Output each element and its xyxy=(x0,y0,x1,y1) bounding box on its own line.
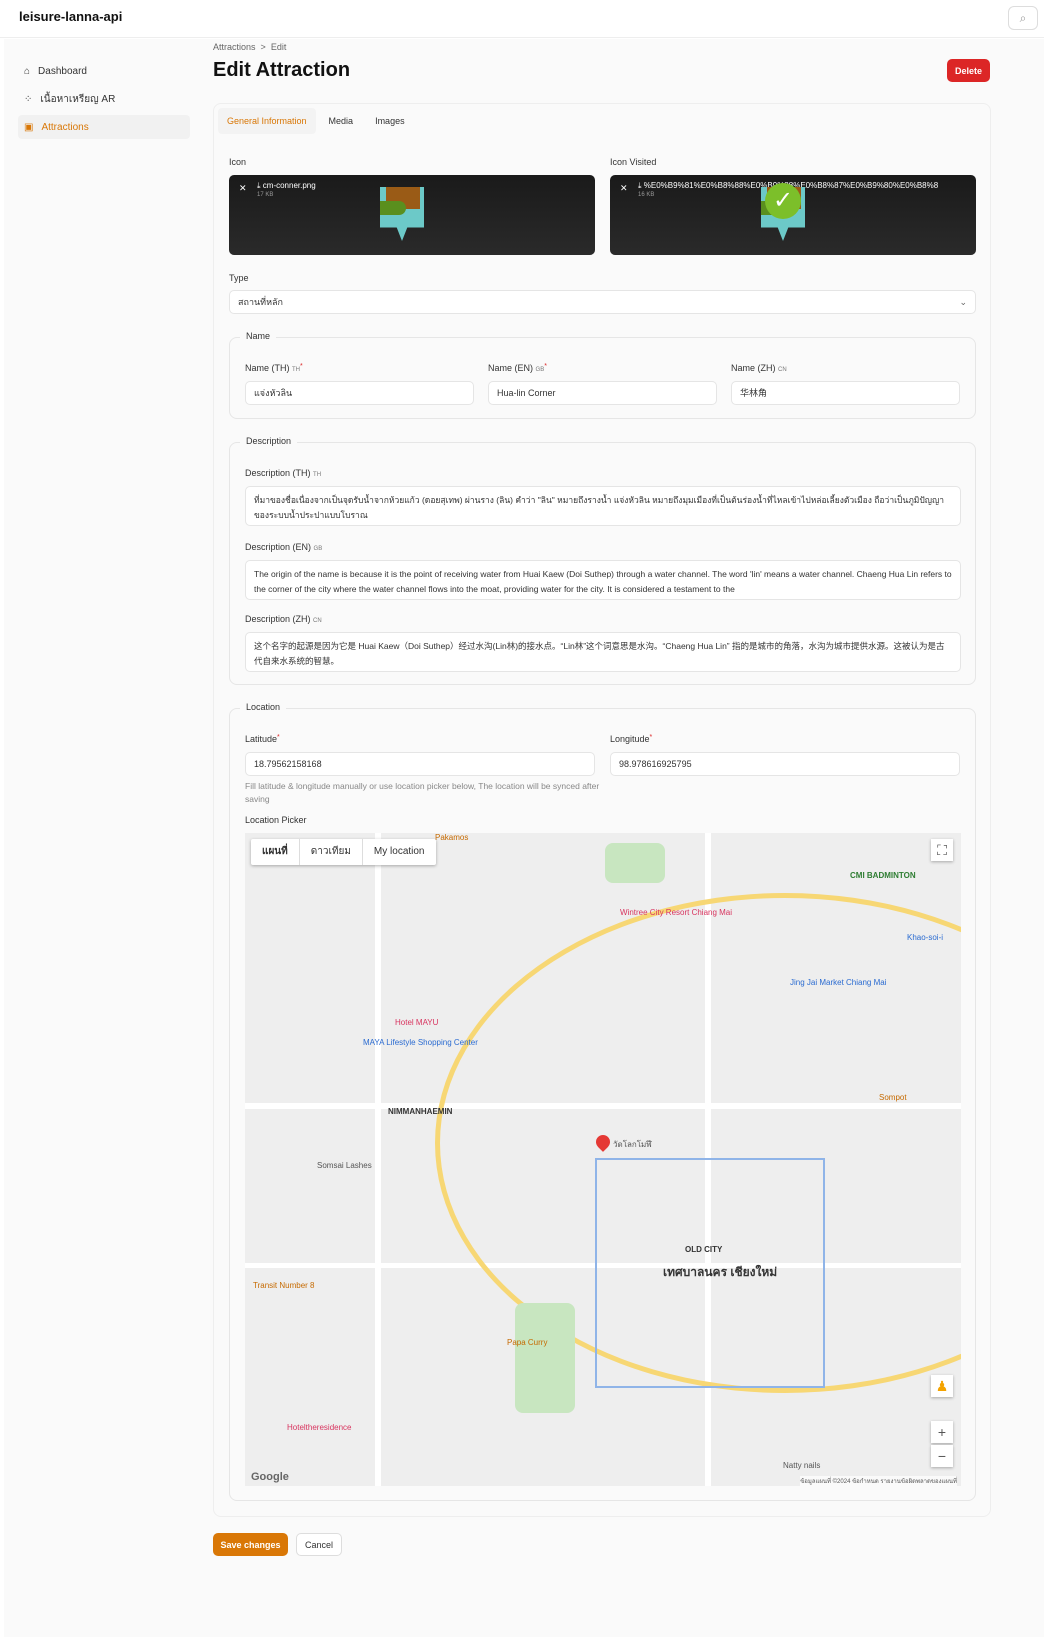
map-label: Sompot xyxy=(879,1093,907,1102)
name-legend: Name xyxy=(240,331,277,341)
map-label: Transit Number 8 xyxy=(253,1281,315,1290)
zoom-out-button[interactable]: − xyxy=(931,1445,953,1467)
name-th-input[interactable]: แจ่งหัวลิน xyxy=(245,381,474,405)
map-label: OLD CITY xyxy=(685,1245,723,1254)
breadcrumb-edit: Edit xyxy=(270,42,287,52)
map-label: CMI BADMINTON xyxy=(850,871,916,880)
icon-label: Icon xyxy=(229,157,247,167)
sidebar-item-dashboard[interactable]: ⌂ Dashboard xyxy=(18,59,190,83)
sidebar-item-label: Dashboard xyxy=(38,65,87,77)
name-en-label: Name (EN) GB* xyxy=(488,363,547,373)
top-bar: leisure-lanna-api ⌕ xyxy=(0,0,1044,38)
location-help: Fill latitude & longitude manually or us… xyxy=(245,781,600,804)
page-title: Edit Attraction xyxy=(213,59,351,81)
latitude-label: Latitude* xyxy=(245,734,280,744)
check-icon: ✓ xyxy=(765,183,801,219)
sidebar-item-attractions[interactable]: ▣ Attractions xyxy=(18,115,190,139)
zoom-in-button[interactable]: + xyxy=(931,1421,953,1443)
sidebar-item-ar[interactable]: ⁘ เนื้อหาเหรียญ AR xyxy=(18,87,190,111)
map-type-controls: แผนที่ ดาวเทียม My location xyxy=(251,839,436,865)
map-label: Wintree City Resort Chiang Mai xyxy=(620,908,733,917)
desc-th-textarea[interactable]: ที่มาของชื่อเนื่องจากเป็นจุดรับน้ำจากห้ว… xyxy=(245,486,961,526)
type-value: สถานที่หลัก xyxy=(238,297,283,307)
map-label: Somsai Lashes xyxy=(317,1161,372,1170)
fullscreen-icon[interactable]: ⛶ xyxy=(931,839,953,861)
map-type-satellite[interactable]: ดาวเทียม xyxy=(300,839,363,865)
description-legend: Description xyxy=(240,436,298,446)
location-legend: Location xyxy=(240,702,287,712)
map-label: Papa Curry xyxy=(507,1338,548,1347)
ar-icon: ⁘ xyxy=(24,93,33,105)
desc-en-textarea[interactable]: The origin of the name is because it is … xyxy=(245,560,961,600)
latitude-input[interactable]: 18.79562158168 xyxy=(245,752,595,776)
sidebar-item-label: เนื้อหาเหรียญ AR xyxy=(40,93,116,105)
my-location-button[interactable]: My location xyxy=(363,839,436,865)
main: Attractions > Edit Edit Attraction Delet… xyxy=(196,39,1044,1637)
icon-preview xyxy=(380,187,424,241)
search-icon: ⌕ xyxy=(1019,11,1027,25)
map-label: วัดโลกโมฬี xyxy=(613,1140,652,1149)
save-changes-button[interactable]: Save changes xyxy=(213,1533,288,1556)
tab-images[interactable]: Images xyxy=(366,108,414,134)
map-label: Hotel MAYU xyxy=(395,1018,439,1027)
breadcrumb: Attractions > Edit xyxy=(213,42,286,52)
home-icon: ⌂ xyxy=(24,65,31,77)
desc-zh-textarea[interactable]: 这个名字的起源是因为它是 Huai Kaew（Doi Suthep）经过水沟(L… xyxy=(245,632,961,672)
app-title: leisure-lanna-api xyxy=(19,9,123,24)
type-label: Type xyxy=(229,273,249,283)
pegman-icon[interactable]: ♟ xyxy=(931,1375,953,1397)
sidebar-item-label: Attractions xyxy=(41,121,89,133)
map-label: เทศบาลนคร เชียงใหม่ xyxy=(663,1265,778,1279)
chevron-down-icon: ⌄ xyxy=(959,297,967,307)
delete-button[interactable]: Delete xyxy=(947,59,990,82)
map-label: Pakamos xyxy=(435,833,469,842)
tab-media[interactable]: Media xyxy=(320,108,363,134)
icon-file-name: cm-conner.png xyxy=(262,181,316,190)
longitude-input[interactable]: 98.978616925795 xyxy=(610,752,960,776)
desc-en-label: Description (EN) GB xyxy=(245,542,323,552)
desc-zh-label: Description (ZH) CN xyxy=(245,614,322,624)
desc-th-label: Description (TH) TH xyxy=(245,468,322,478)
name-fieldset: Name Name (TH) TH* แจ่งหัวลิน Name (EN) … xyxy=(229,331,976,419)
icon-visited-file-size: 16 KB xyxy=(638,192,655,198)
map-label: NIMMANHAEMIN xyxy=(388,1107,453,1116)
search-button[interactable]: ⌕ xyxy=(1008,6,1038,30)
remove-icon[interactable]: ✕ xyxy=(620,183,628,194)
map-label: MAYA Lifestyle Shopping Center xyxy=(363,1038,478,1047)
longitude-label: Longitude* xyxy=(610,734,653,744)
breadcrumb-separator: > xyxy=(260,42,266,52)
description-fieldset: Description Description (TH) TH ที่มาของ… xyxy=(229,436,976,685)
tab-general-information[interactable]: General Information xyxy=(218,108,316,134)
download-icon[interactable]: ⤓ xyxy=(638,181,642,190)
icon-upload[interactable]: ✕ ⤓ cm-conner.png 17 KB xyxy=(229,175,595,255)
map-type-map[interactable]: แผนที่ xyxy=(251,839,300,865)
sidebar: ⌂ Dashboard ⁘ เนื้อหาเหรียญ AR ▣ Attraction… xyxy=(4,39,196,1637)
icon-visited-upload[interactable]: ✕ ⤓ %E0%B9%81%E0%B8%88%E0%B9%88%E0%B8%87… xyxy=(610,175,976,255)
form-card: General Information Media Images Icon ✕ … xyxy=(213,103,991,1517)
map-label: Hoteltheresidence xyxy=(287,1423,352,1432)
name-zh-input[interactable]: 华林角 xyxy=(731,381,960,405)
google-logo: Google xyxy=(251,1471,289,1483)
remove-icon[interactable]: ✕ xyxy=(239,183,247,194)
location-picker-label: Location Picker xyxy=(245,815,307,825)
map-label: Khao-soi-i xyxy=(907,933,944,942)
map-label: Jing Jai Market Chiang Mai xyxy=(790,978,887,987)
icon-visited-label: Icon Visited xyxy=(610,157,657,167)
download-icon[interactable]: ⤓ xyxy=(257,181,261,190)
map-attribution[interactable]: ข้อมูลแผนที่ ©2024 ข้อกำหนด รายงานข้อผิด… xyxy=(800,1476,957,1486)
type-select[interactable]: สถานที่หลัก ⌄ xyxy=(229,290,976,314)
location-map[interactable]: Pakamos CMI BADMINTON Wintree City Resor… xyxy=(245,833,961,1486)
cancel-button[interactable]: Cancel xyxy=(296,1533,342,1556)
name-th-label: Name (TH) TH* xyxy=(245,363,303,373)
name-zh-label: Name (ZH) CN xyxy=(731,363,787,373)
name-en-input[interactable]: Hua-lin Corner xyxy=(488,381,717,405)
building-icon: ▣ xyxy=(24,121,34,133)
tabs: General Information Media Images xyxy=(218,108,414,134)
breadcrumb-attractions[interactable]: Attractions xyxy=(213,42,256,52)
map-label: Natty nails xyxy=(783,1461,821,1470)
icon-file-size: 17 KB xyxy=(257,192,274,198)
